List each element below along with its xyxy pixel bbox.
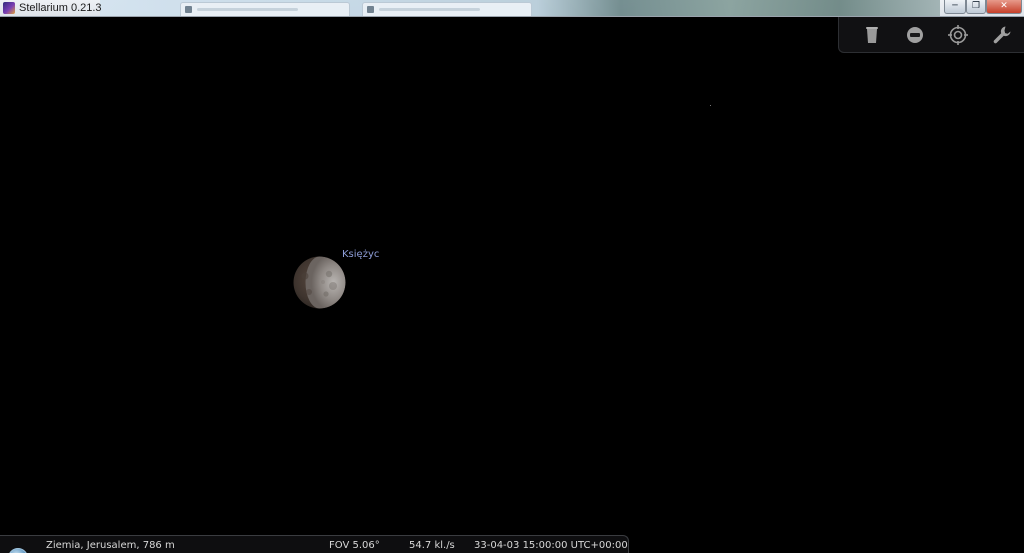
moon-icon: [293, 256, 346, 309]
trash-icon: [866, 27, 878, 43]
stellarium-app: Stellarium 0.21.3 ─ ❐ ✕ Księżyc Ziemia, …: [0, 0, 1024, 553]
close-button[interactable]: ✕: [986, 0, 1022, 14]
fps-readout: 54.7 kl./s: [409, 540, 455, 551]
settings-button[interactable]: [991, 24, 1013, 46]
sky-view[interactable]: [0, 17, 1024, 536]
window-titlebar[interactable]: Stellarium 0.21.3 ─ ❐ ✕: [0, 0, 1024, 17]
fov-readout: FOV 5.06°: [329, 540, 380, 551]
target-icon: [948, 25, 968, 45]
window-title: Stellarium 0.21.3: [19, 2, 102, 14]
minimize-icon: ─: [952, 1, 958, 11]
background-taskbar-strip: [100, 0, 940, 16]
star-point: [710, 105, 711, 106]
moon-label: Księżyc: [342, 249, 380, 260]
trash-button[interactable]: [861, 24, 883, 46]
stop-button[interactable]: [904, 24, 926, 46]
globe-icon[interactable]: [8, 548, 28, 553]
wrench-icon: [993, 26, 1011, 44]
stellarium-logo-icon: [3, 2, 15, 14]
location-readout: Ziemia, Jerusalem, 786 m: [46, 540, 175, 551]
stop-icon: [907, 27, 923, 43]
background-tab: [180, 2, 350, 16]
maximize-icon: ❐: [971, 1, 981, 11]
close-icon: ✕: [1000, 1, 1008, 11]
target-button[interactable]: [947, 24, 969, 46]
minimize-button[interactable]: ─: [944, 0, 966, 14]
moon-object[interactable]: [293, 256, 346, 309]
datetime-readout: 33-04-03 15:00:00 UTC+00:00: [474, 540, 628, 551]
top-right-toolbar: [838, 17, 1024, 53]
background-tab: [362, 2, 532, 16]
bottom-status-bar[interactable]: Ziemia, Jerusalem, 786 m FOV 5.06° 54.7 …: [0, 535, 629, 553]
maximize-button[interactable]: ❐: [966, 0, 986, 14]
